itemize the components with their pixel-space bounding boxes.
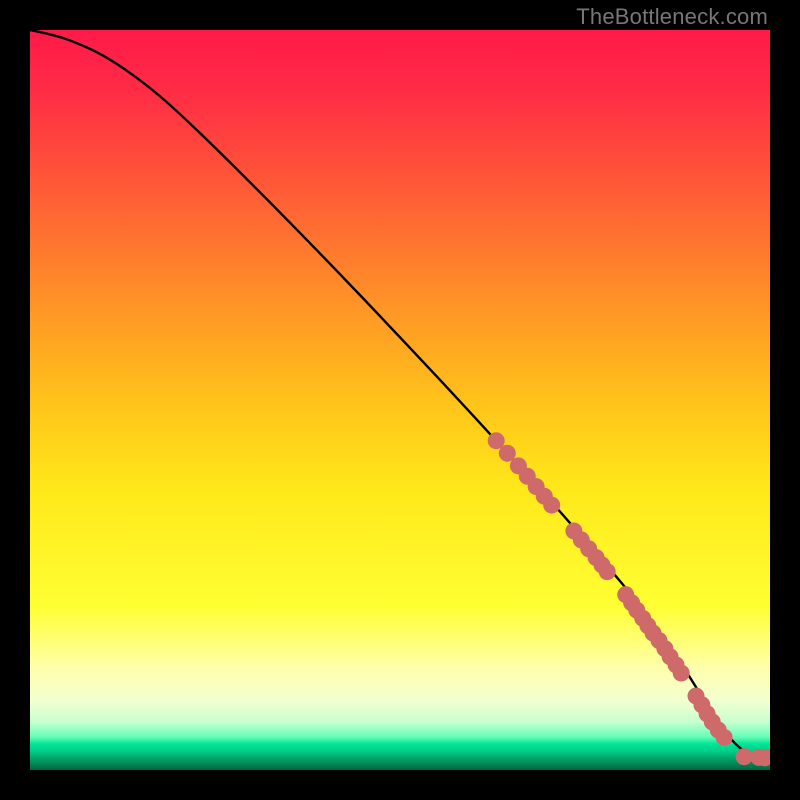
data-marker <box>736 748 753 765</box>
data-marker <box>673 665 690 682</box>
chart-stage: TheBottleneck.com <box>0 0 800 800</box>
marker-group <box>488 432 770 766</box>
watermark-text: TheBottleneck.com <box>576 4 768 30</box>
data-marker <box>716 729 733 746</box>
curve-layer <box>30 30 770 770</box>
data-marker <box>599 563 616 580</box>
data-marker <box>543 497 560 514</box>
plot-area <box>30 30 770 770</box>
